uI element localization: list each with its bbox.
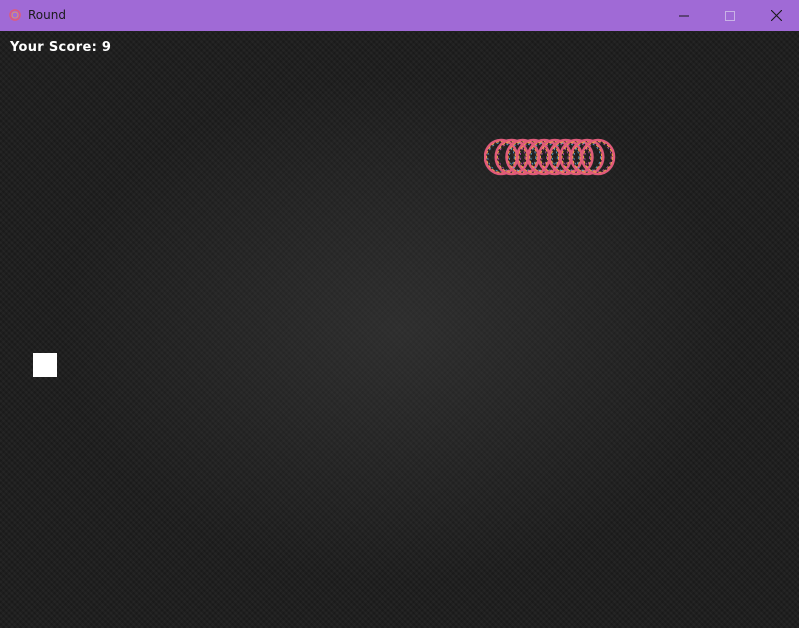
food-block bbox=[33, 353, 57, 377]
game-window: Round Your Score: 9 bbox=[0, 0, 799, 628]
title-bar[interactable]: Round bbox=[0, 0, 799, 31]
maximize-icon bbox=[725, 10, 735, 21]
close-icon bbox=[770, 10, 782, 21]
close-button[interactable] bbox=[753, 0, 799, 31]
maximize-button[interactable] bbox=[707, 0, 753, 31]
minimize-button[interactable] bbox=[661, 0, 707, 31]
game-canvas[interactable]: Your Score: 9 bbox=[0, 31, 799, 628]
ring-icon bbox=[9, 9, 21, 21]
score-label: Your Score: 9 bbox=[10, 40, 112, 55]
window-title: Round bbox=[28, 8, 66, 22]
snake bbox=[484, 138, 616, 176]
minimize-icon bbox=[679, 15, 689, 16]
